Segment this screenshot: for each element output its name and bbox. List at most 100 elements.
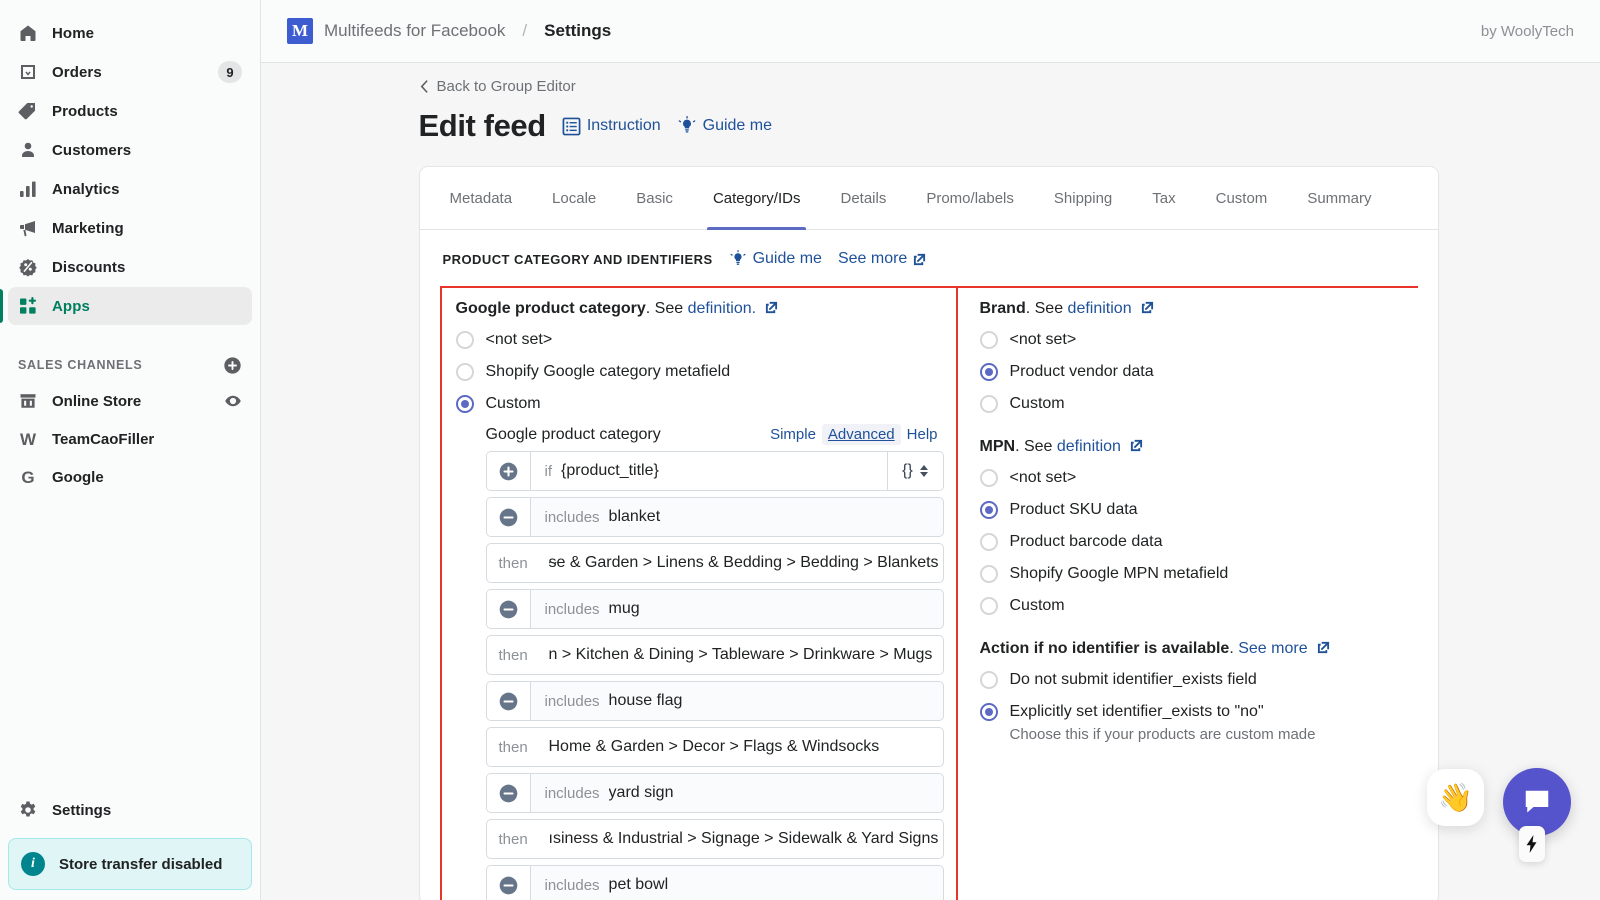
remove-rule-minus-icon[interactable] bbox=[487, 866, 531, 900]
tab-locale[interactable]: Locale bbox=[532, 167, 616, 229]
tab-custom[interactable]: Custom bbox=[1196, 167, 1288, 229]
identifier-action-option-do-not-submit[interactable]: Do not submit identifier_exists field bbox=[980, 664, 1418, 696]
quick-action-bolt-button[interactable] bbox=[1519, 826, 1545, 862]
radio-button[interactable] bbox=[980, 597, 998, 615]
brand-option-custom[interactable]: Custom bbox=[980, 388, 1418, 420]
rule-row[interactable]: includes house flag bbox=[486, 681, 944, 721]
sidebar-item-orders[interactable]: Orders 9 bbox=[8, 53, 252, 91]
sidebar-item-customers[interactable]: Customers bbox=[8, 131, 252, 169]
sidebar-item-discounts[interactable]: Discounts bbox=[8, 248, 252, 286]
remove-rule-minus-icon[interactable] bbox=[487, 590, 531, 628]
mode-help-button[interactable]: Help bbox=[901, 424, 944, 445]
brand-option-product-vendor-data[interactable]: Product vendor data bbox=[980, 356, 1418, 388]
mpn-definition-link[interactable]: definition bbox=[1057, 438, 1121, 455]
sidebar-item-label: Products bbox=[52, 103, 242, 120]
guide-me-link[interactable]: Guide me bbox=[677, 116, 772, 136]
store-transfer-banner[interactable]: i Store transfer disabled bbox=[8, 838, 252, 890]
sidebar-item-google[interactable]: G Google bbox=[8, 458, 252, 496]
rule-value[interactable]: mug bbox=[609, 590, 943, 628]
google-category-definition-link[interactable]: definition. bbox=[688, 300, 757, 317]
sidebar-item-settings[interactable]: Settings bbox=[8, 790, 252, 830]
mpn-option-custom[interactable]: Custom bbox=[980, 590, 1418, 622]
radio-button[interactable] bbox=[980, 671, 998, 689]
section-guide-me-link[interactable]: Guide me bbox=[729, 250, 822, 268]
back-to-group-editor-link[interactable]: Back to Group Editor bbox=[419, 78, 576, 95]
wave-chat-launcher[interactable]: 👋 bbox=[1427, 769, 1484, 826]
section-see-more-link[interactable]: See more bbox=[838, 250, 926, 268]
rule-row[interactable]: includes pet bowl bbox=[486, 865, 944, 900]
google-category-option-not-set[interactable]: <not set> bbox=[456, 324, 944, 356]
rule-value[interactable]: ᵴe & Garden > Linens & Bedding > Bedding… bbox=[549, 544, 943, 582]
rule-row[interactable]: includes yard sign bbox=[486, 773, 944, 813]
tab-summary[interactable]: Summary bbox=[1287, 167, 1391, 229]
rule-row[interactable]: then n > Kitchen & Dining > Tableware > … bbox=[486, 635, 944, 675]
tab-metadata[interactable]: Metadata bbox=[430, 167, 533, 229]
identifiers-panel: Brand. See definition <not set> bbox=[958, 288, 1418, 900]
google-category-option-metafield[interactable]: Shopify Google category metafield bbox=[456, 356, 944, 388]
sidebar-item-analytics[interactable]: Analytics bbox=[8, 170, 252, 208]
rule-row[interactable]: if {product_title} {} bbox=[486, 451, 944, 491]
radio-button[interactable] bbox=[456, 331, 474, 349]
rule-value[interactable]: {product_title} bbox=[561, 452, 887, 490]
sidebar-item-products[interactable]: Products bbox=[8, 92, 252, 130]
radio-button[interactable] bbox=[980, 501, 998, 519]
sidebar-item-apps[interactable]: Apps bbox=[8, 287, 252, 325]
preview-eye-icon[interactable] bbox=[224, 392, 242, 410]
breadcrumb-app-name[interactable]: Multifeeds for Facebook bbox=[324, 21, 505, 41]
rule-row[interactable]: then Home & Garden > Decor > Flags & Win… bbox=[486, 727, 944, 767]
sidebar-item-online-store[interactable]: Online Store bbox=[8, 382, 252, 420]
orders-badge: 9 bbox=[218, 61, 242, 83]
brand-heading-bold: Brand bbox=[980, 300, 1026, 317]
rule-value[interactable]: ısiness & Industrial > Signage > Sidewal… bbox=[549, 820, 943, 858]
add-rule-plus-icon[interactable] bbox=[487, 452, 531, 490]
rule-row[interactable]: includes blanket bbox=[486, 497, 944, 537]
tab-details[interactable]: Details bbox=[820, 167, 906, 229]
radio-button[interactable] bbox=[980, 565, 998, 583]
rule-value[interactable]: blanket bbox=[609, 498, 943, 536]
instruction-link[interactable]: Instruction bbox=[562, 117, 661, 136]
remove-rule-minus-icon[interactable] bbox=[487, 682, 531, 720]
mpn-option-product-barcode-data[interactable]: Product barcode data bbox=[980, 526, 1418, 558]
radio-button[interactable] bbox=[456, 363, 474, 381]
rule-row[interactable]: then ᵴe & Garden > Linens & Bedding > Be… bbox=[486, 543, 944, 583]
instruction-label: Instruction bbox=[587, 117, 661, 135]
rule-value[interactable]: house flag bbox=[609, 682, 943, 720]
identifier-action-see-more-link[interactable]: See more bbox=[1238, 640, 1307, 657]
tab-category-ids[interactable]: Category/IDs bbox=[693, 167, 821, 229]
radio-button[interactable] bbox=[980, 395, 998, 413]
tab-shipping[interactable]: Shipping bbox=[1034, 167, 1132, 229]
brand-definition-link[interactable]: definition bbox=[1068, 300, 1132, 317]
radio-button[interactable] bbox=[980, 363, 998, 381]
rule-row[interactable]: includes mug bbox=[486, 589, 944, 629]
radio-button[interactable] bbox=[980, 703, 998, 721]
variable-picker[interactable]: {} bbox=[887, 452, 943, 490]
rule-value[interactable]: pet bowl bbox=[609, 866, 943, 900]
sidebar-item-marketing[interactable]: Marketing bbox=[8, 209, 252, 247]
tab-tax[interactable]: Tax bbox=[1132, 167, 1195, 229]
identifier-action-option-explicitly-set[interactable]: Explicitly set identifier_exists to "no" bbox=[980, 696, 1418, 728]
sidebar-item-home[interactable]: Home bbox=[8, 14, 252, 52]
add-channel-plus-icon[interactable] bbox=[223, 356, 242, 375]
rule-value[interactable]: yard sign bbox=[609, 774, 943, 812]
mode-advanced-button[interactable]: Advanced bbox=[822, 424, 901, 445]
rule-value[interactable]: Home & Garden > Decor > Flags & Windsock… bbox=[549, 728, 943, 766]
tab-promo-labels[interactable]: Promo/labels bbox=[906, 167, 1034, 229]
radio-button[interactable] bbox=[980, 331, 998, 349]
tab-basic[interactable]: Basic bbox=[616, 167, 693, 229]
stepper-caret-icon[interactable] bbox=[920, 465, 928, 477]
google-category-option-custom[interactable]: Custom bbox=[456, 388, 944, 420]
sidebar-item-teamcaofiller[interactable]: W TeamCaoFiller bbox=[8, 420, 252, 458]
mpn-option-product-sku-data[interactable]: Product SKU data bbox=[980, 494, 1418, 526]
analytics-bars-icon bbox=[18, 179, 38, 199]
mpn-option-shopify-metafield[interactable]: Shopify Google MPN metafield bbox=[980, 558, 1418, 590]
rule-value[interactable]: n > Kitchen & Dining > Tableware > Drink… bbox=[549, 636, 943, 674]
rule-row[interactable]: then ısiness & Industrial > Signage > Si… bbox=[486, 819, 944, 859]
remove-rule-minus-icon[interactable] bbox=[487, 774, 531, 812]
mode-simple-button[interactable]: Simple bbox=[764, 424, 822, 445]
radio-button[interactable] bbox=[980, 533, 998, 551]
remove-rule-minus-icon[interactable] bbox=[487, 498, 531, 536]
radio-button[interactable] bbox=[456, 395, 474, 413]
radio-button[interactable] bbox=[980, 469, 998, 487]
mpn-option-not-set[interactable]: <not set> bbox=[980, 462, 1418, 494]
brand-option-not-set[interactable]: <not set> bbox=[980, 324, 1418, 356]
